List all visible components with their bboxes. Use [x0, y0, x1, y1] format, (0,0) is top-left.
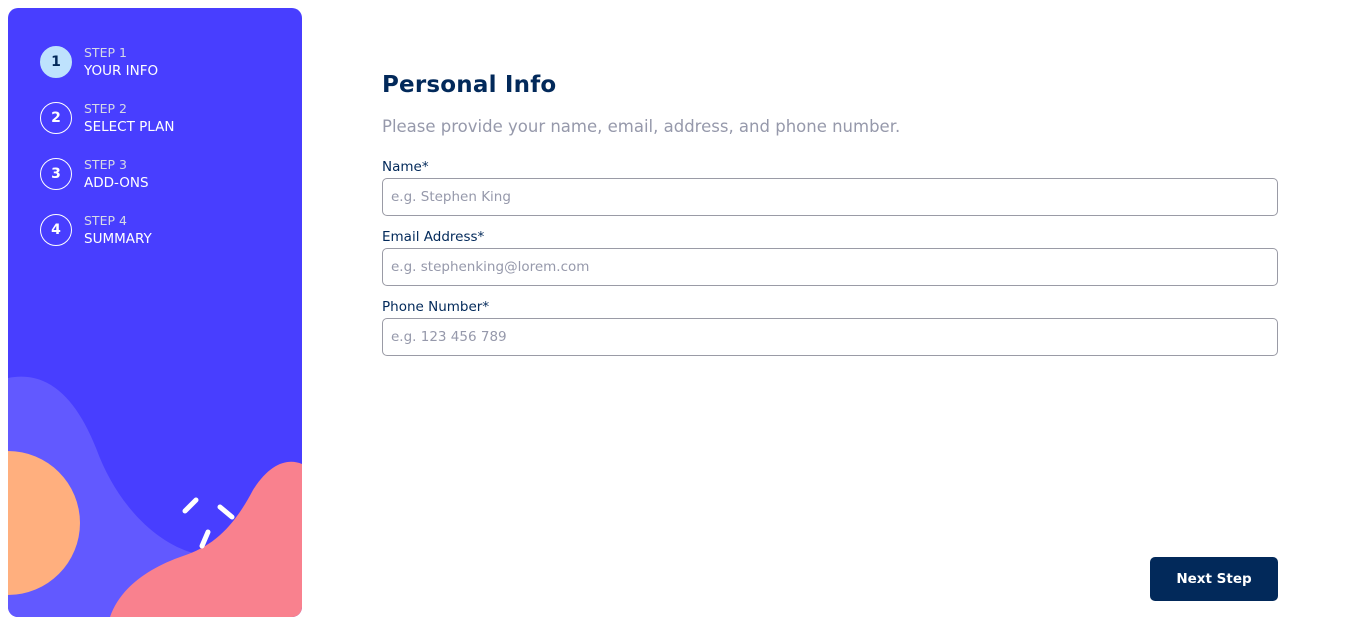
step-your-info[interactable]: 1 STEP 1 YOUR INFO: [40, 42, 174, 82]
step-select-plan[interactable]: 2 STEP 2 SELECT PLAN: [40, 98, 174, 138]
step-add-ons[interactable]: 3 STEP 3 ADD-ONS: [40, 154, 174, 194]
steps-list: 1 STEP 1 YOUR INFO 2 STEP 2 SELECT PLAN …: [40, 42, 174, 266]
step-title: SUMMARY: [84, 230, 152, 247]
personal-info-form: Personal Info Please provide your name, …: [382, 0, 1278, 625]
name-field-group: Name*: [382, 156, 1278, 216]
step-summary[interactable]: 4 STEP 4 SUMMARY: [40, 210, 174, 250]
phone-field-group: Phone Number*: [382, 296, 1278, 356]
step-number-badge: 3: [40, 158, 72, 190]
name-label: Name*: [382, 159, 429, 175]
step-title: YOUR INFO: [84, 62, 159, 79]
name-input[interactable]: [382, 178, 1278, 216]
step-title: SELECT PLAN: [84, 118, 175, 135]
step-label: STEP 3: [84, 156, 127, 172]
step-number-badge: 4: [40, 214, 72, 246]
step-label: STEP 4: [84, 212, 127, 228]
step-number-badge: 2: [40, 102, 72, 134]
page-subtitle: Please provide your name, email, address…: [382, 117, 901, 136]
step-title: ADD-ONS: [84, 174, 149, 191]
phone-input[interactable]: [382, 318, 1278, 356]
email-label: Email Address*: [382, 229, 485, 245]
step-label: STEP 2: [84, 100, 127, 116]
step-number-badge: 1: [40, 46, 72, 78]
sidebar: 1 STEP 1 YOUR INFO 2 STEP 2 SELECT PLAN …: [8, 8, 302, 617]
phone-label: Phone Number*: [382, 299, 490, 315]
next-step-button[interactable]: Next Step: [1150, 557, 1278, 601]
step-label: STEP 1: [84, 44, 127, 60]
page-title: Personal Info: [382, 72, 557, 98]
email-field-group: Email Address*: [382, 226, 1278, 286]
email-input[interactable]: [382, 248, 1278, 286]
